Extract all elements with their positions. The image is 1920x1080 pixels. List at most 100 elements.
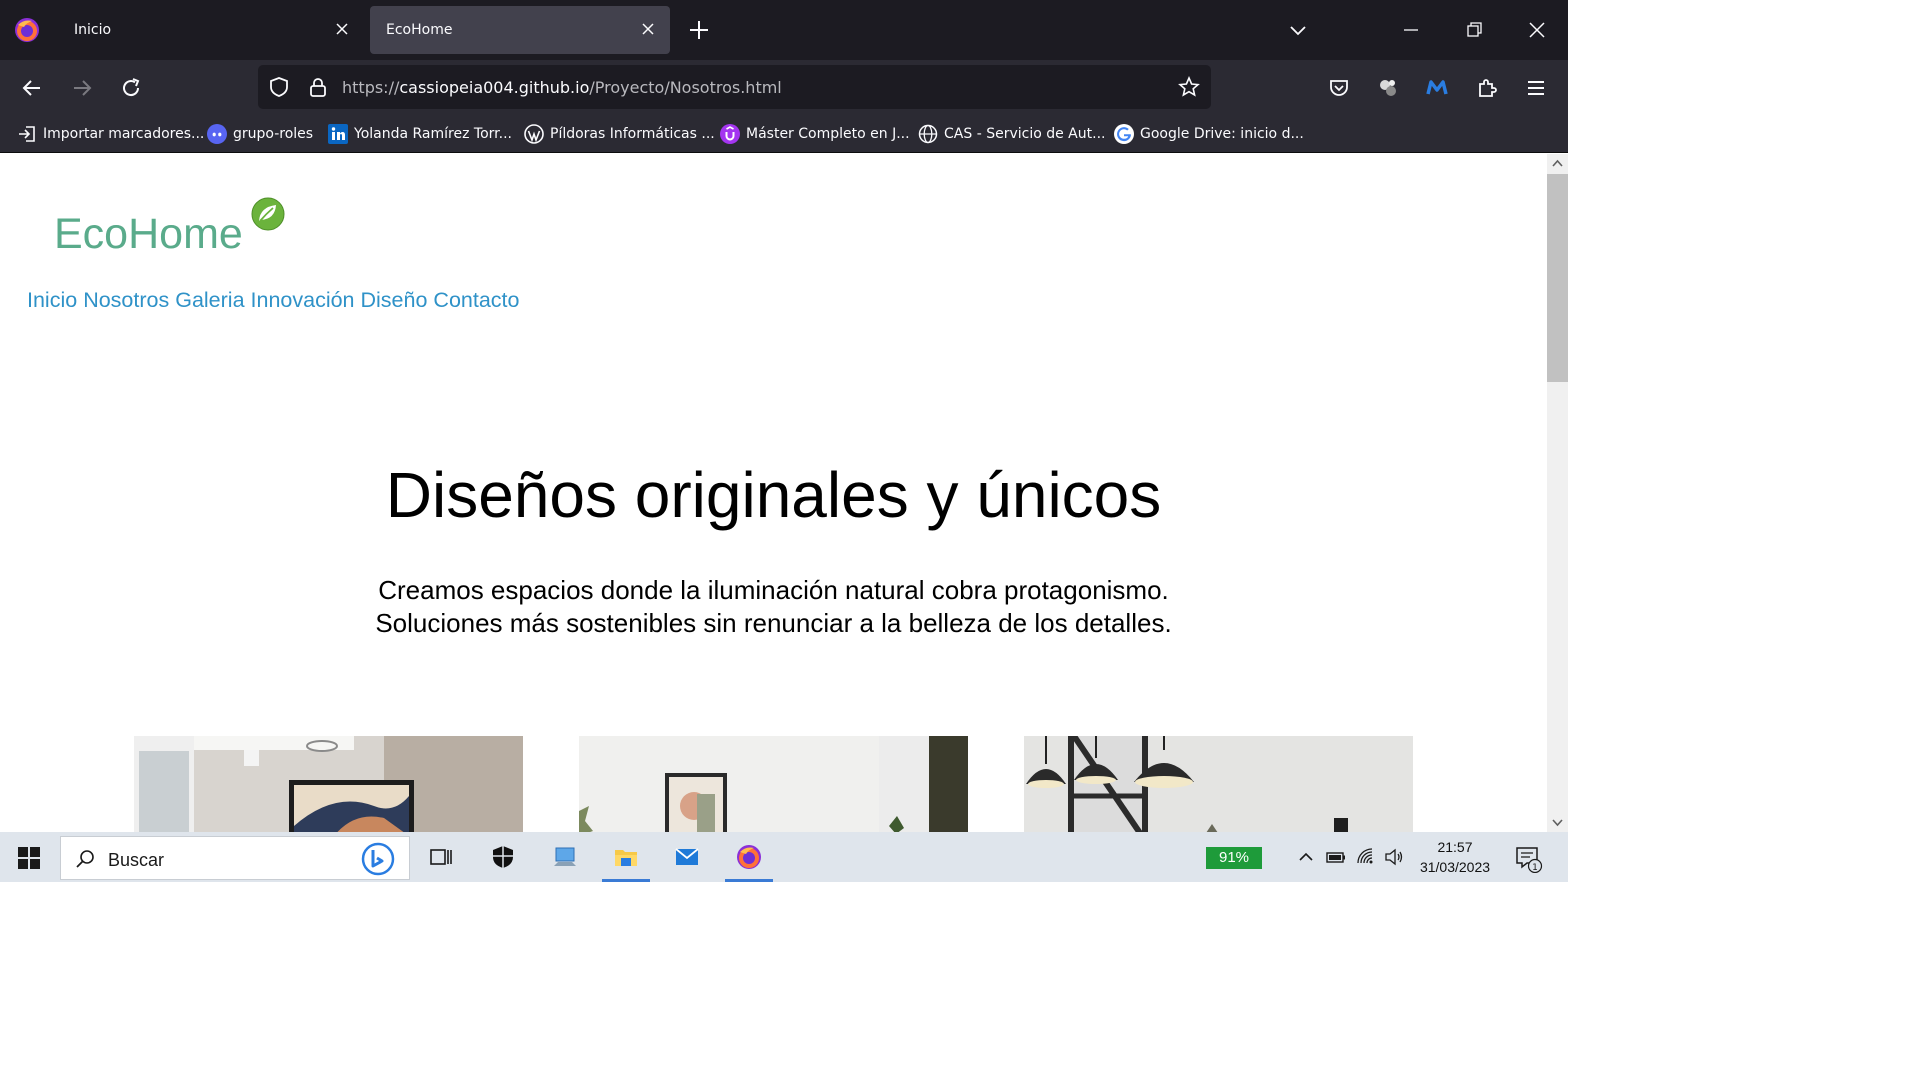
volume-icon[interactable] xyxy=(1384,847,1404,867)
nav-link-galeria[interactable]: Galeria xyxy=(175,288,244,312)
navigation-toolbar: https://cassiopeia004.github.io/Proyecto… xyxy=(0,60,1568,115)
udemy-icon xyxy=(720,124,740,144)
tab-title: Inicio xyxy=(74,22,112,38)
nav-link-nosotros[interactable]: Nosotros xyxy=(83,288,169,312)
plus-icon[interactable] xyxy=(688,19,710,41)
url-scheme: https:// xyxy=(342,78,400,97)
url-text[interactable]: https://cassiopeia004.github.io/Proyecto… xyxy=(342,78,782,97)
firefox-taskbar-button[interactable] xyxy=(720,832,778,882)
notification-icon[interactable]: 1 xyxy=(1515,845,1543,873)
search-placeholder: Buscar xyxy=(108,850,165,870)
tab-ecohome[interactable]: EcoHome xyxy=(370,6,670,54)
bookmark-label: Máster Completo en J... xyxy=(746,126,910,142)
import-icon xyxy=(19,126,35,142)
nav-link-contacto[interactable]: Contacto xyxy=(433,288,519,312)
bookmark-grupo-roles[interactable]: grupo-roles xyxy=(207,115,313,153)
windows-taskbar: Buscar 91% 21:57 31/03/2023 1 xyxy=(0,832,1568,882)
address-bar[interactable]: https://cassiopeia004.github.io/Proyecto… xyxy=(258,65,1211,109)
mail-button[interactable] xyxy=(658,832,716,882)
chevron-up-icon[interactable] xyxy=(1296,847,1316,867)
discord-icon xyxy=(207,124,227,144)
puzzle-icon[interactable] xyxy=(1475,76,1499,100)
shield-icon xyxy=(493,846,513,868)
bookmark-pildoras[interactable]: Píldoras Informáticas ... xyxy=(524,115,715,153)
bookmark-label: Google Drive: inicio d... xyxy=(1140,126,1304,142)
file-explorer-button[interactable] xyxy=(597,832,655,882)
interior-photo-2 xyxy=(579,736,968,832)
web-page: EcoHome Inicio Nosotros Galeria Innovaci… xyxy=(0,154,1547,832)
firefox-icon xyxy=(737,845,761,869)
hamburger-menu-icon[interactable] xyxy=(1524,76,1548,100)
google-icon xyxy=(1114,124,1134,144)
interior-photo-3 xyxy=(1024,736,1413,832)
hero-subtitle: Creamos espacios donde la iluminación na… xyxy=(0,574,1547,640)
battery-icon[interactable] xyxy=(1326,847,1346,867)
restore-icon[interactable] xyxy=(1462,18,1486,42)
lock-icon[interactable] xyxy=(307,76,329,98)
extension-balls-icon[interactable] xyxy=(1376,76,1400,100)
reload-icon[interactable] xyxy=(119,76,143,100)
task-view-button[interactable] xyxy=(412,832,470,882)
scrollbar-thumb[interactable] xyxy=(1547,174,1568,382)
hero-subtitle-line: Creamos espacios donde la iluminación na… xyxy=(378,575,1169,605)
linkedin-icon xyxy=(328,124,348,144)
pocket-icon[interactable] xyxy=(1327,76,1351,100)
bookmark-cas[interactable]: CAS - Servicio de Aut... xyxy=(918,115,1105,153)
bookmark-label: Píldoras Informáticas ... xyxy=(550,126,715,142)
firefox-logo-icon xyxy=(15,18,39,42)
url-path: /Proyecto/Nosotros.html xyxy=(589,78,782,97)
nav-link-innovacion[interactable]: Innovación xyxy=(251,288,355,312)
site-navigation: Inicio Nosotros Galeria Innovación Diseñ… xyxy=(27,288,519,313)
bookmark-label: CAS - Servicio de Aut... xyxy=(944,126,1106,142)
search-icon xyxy=(76,850,94,868)
bookmark-import[interactable]: Importar marcadores... xyxy=(17,115,204,153)
interior-photo-1 xyxy=(134,736,523,832)
clock-time: 21:57 xyxy=(1437,839,1473,855)
task-view-icon xyxy=(430,849,452,865)
close-icon[interactable] xyxy=(640,21,656,37)
back-arrow-icon[interactable] xyxy=(20,76,44,100)
system-clock[interactable]: 21:57 31/03/2023 xyxy=(1410,837,1500,877)
this-pc-button[interactable] xyxy=(536,832,594,882)
bookmark-master[interactable]: Máster Completo en J... xyxy=(720,115,910,153)
bookmark-label: Importar marcadores... xyxy=(43,126,205,142)
bing-icon[interactable] xyxy=(361,842,395,876)
malwarebytes-icon[interactable] xyxy=(1425,76,1449,100)
tab-inicio[interactable]: Inicio xyxy=(58,6,364,54)
shield-icon[interactable] xyxy=(268,76,290,98)
notification-count: 1 xyxy=(1532,863,1538,873)
bookmark-label: Yolanda Ramírez Torr... xyxy=(354,126,512,142)
mail-icon xyxy=(675,848,699,865)
security-app-button[interactable] xyxy=(474,832,532,882)
nav-link-diseno[interactable]: Diseño xyxy=(361,288,428,312)
bookmarks-toolbar: Importar marcadores... grupo-roles Yolan… xyxy=(0,115,1568,153)
hero-title: Diseños originales y únicos xyxy=(385,459,1162,531)
window-close-icon[interactable] xyxy=(1525,18,1549,42)
bookmark-linkedin[interactable]: Yolanda Ramírez Torr... xyxy=(328,115,512,153)
computer-icon xyxy=(554,847,576,866)
scroll-down-arrow-icon[interactable] xyxy=(1552,817,1563,828)
tab-title: EcoHome xyxy=(386,22,453,38)
wordpress-icon xyxy=(524,124,544,144)
page-scrollbar[interactable] xyxy=(1547,154,1568,832)
clock-date: 31/03/2023 xyxy=(1419,859,1491,875)
battery-percentage[interactable]: 91% xyxy=(1206,847,1262,869)
hero-subtitle-line: Soluciones más sostenibles sin renunciar… xyxy=(375,608,1172,638)
scroll-up-arrow-icon[interactable] xyxy=(1552,158,1563,169)
chevron-down-icon[interactable] xyxy=(1288,20,1308,40)
close-icon[interactable] xyxy=(334,21,350,37)
taskbar-search-box[interactable]: Buscar xyxy=(60,836,410,880)
site-logo[interactable]: EcoHome xyxy=(54,210,243,259)
forward-arrow-icon[interactable] xyxy=(70,76,94,100)
folder-icon xyxy=(615,850,637,866)
bookmark-label: grupo-roles xyxy=(233,126,314,142)
wifi-icon[interactable] xyxy=(1356,847,1376,867)
leaf-icon xyxy=(251,197,285,231)
tab-strip: Inicio EcoHome xyxy=(0,0,1568,60)
windows-start-icon[interactable] xyxy=(18,847,40,869)
bookmark-google-drive[interactable]: Google Drive: inicio d... xyxy=(1114,115,1304,153)
star-icon[interactable] xyxy=(1178,76,1200,98)
nav-link-inicio[interactable]: Inicio xyxy=(27,288,77,312)
globe-icon xyxy=(918,124,938,144)
minimize-icon[interactable] xyxy=(1399,18,1423,42)
